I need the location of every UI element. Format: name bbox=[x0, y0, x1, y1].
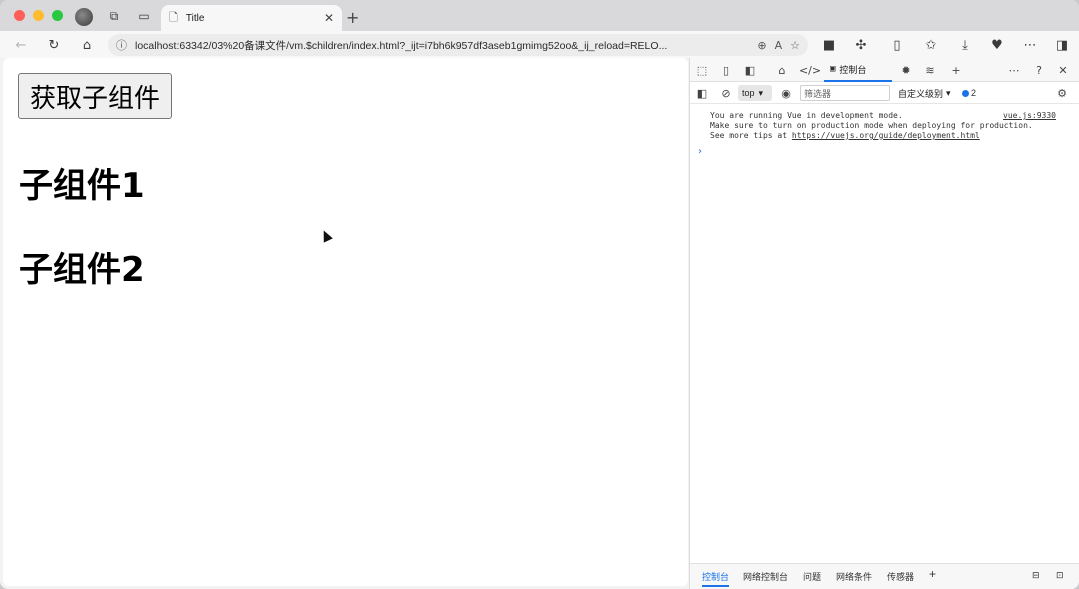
browser-window: ⧉ ▭ 🗋 Title ✕ + ← ↻ ⌂ ⓘ localhost:63342/… bbox=[0, 0, 1079, 589]
debugger-bug-icon[interactable]: ✹ bbox=[898, 62, 914, 78]
network-wifi-icon[interactable]: ≋ bbox=[922, 62, 938, 78]
workspaces-icon[interactable]: ⧉ bbox=[106, 8, 122, 24]
log-level-label: 自定义级别 bbox=[898, 88, 944, 99]
downloads-icon[interactable]: ⤓ bbox=[956, 36, 974, 54]
sidebar-toggle-icon[interactable]: ◨ bbox=[1053, 36, 1071, 54]
chevron-down-icon: ▾ bbox=[758, 87, 764, 98]
child-component-2-heading: 子组件2 bbox=[19, 250, 145, 290]
get-children-button[interactable]: 获取子组件 bbox=[18, 73, 172, 119]
site-info-icon[interactable]: ⓘ bbox=[116, 37, 127, 53]
chevron-down-icon: ▾ bbox=[946, 87, 951, 98]
elements-code-icon[interactable]: </> bbox=[799, 62, 821, 78]
console-line-3-prefix: See more tips at bbox=[710, 131, 792, 140]
mouse-cursor-icon bbox=[319, 228, 333, 243]
tab-bar: ⧉ ▭ 🗋 Title ✕ + bbox=[0, 0, 1079, 31]
help-icon[interactable]: ? bbox=[1031, 62, 1047, 78]
context-value: top bbox=[742, 88, 755, 98]
issues-badge[interactable]: 2 bbox=[962, 85, 976, 101]
close-devtools-icon[interactable]: ✕ bbox=[1055, 62, 1071, 78]
clear-console-icon[interactable]: ⊘ bbox=[718, 85, 734, 101]
deployment-guide-link[interactable]: https://vuejs.org/guide/deployment.html bbox=[792, 131, 980, 140]
page-viewport: 获取子组件 子组件1 子组件2 bbox=[3, 58, 688, 586]
navigation-bar: ← ↻ ⌂ ⓘ localhost:63342/03%20备课文件/vm.$ch… bbox=[0, 31, 1079, 58]
log-level-select[interactable]: 自定义级别 ▾ bbox=[898, 85, 951, 101]
read-aloud-icon[interactable]: A bbox=[775, 39, 783, 52]
drawer-tab-network-conditions[interactable]: 网络条件 bbox=[836, 570, 872, 583]
child-component-1-heading: 子组件1 bbox=[19, 166, 145, 206]
console-prompt-chevron-icon[interactable]: › bbox=[698, 146, 702, 157]
tab-label: Title bbox=[185, 12, 205, 24]
console-source-link[interactable]: vue.js:9330 bbox=[1003, 111, 1056, 121]
page-icon: 🗋 bbox=[169, 10, 178, 24]
drawer-tab-console[interactable]: 控制台 bbox=[702, 570, 730, 587]
console-icon: ▣ bbox=[830, 64, 836, 74]
dock-side-icon[interactable]: ◧ bbox=[742, 62, 758, 78]
devtools-more-icon[interactable]: ⋯ bbox=[1006, 62, 1022, 78]
close-window-button[interactable] bbox=[14, 10, 25, 21]
favorite-star-icon[interactable]: ☆ bbox=[790, 39, 800, 52]
drawer-dock-icon[interactable]: ⊟ bbox=[1032, 570, 1040, 581]
split-screen-icon[interactable]: ▯ bbox=[888, 36, 906, 54]
console-line-3: See more tips at https://vuejs.org/guide… bbox=[710, 131, 1056, 141]
devtools-panel: ⬚ ▯ ◧ ⌂ </> ▣ 控制台 ✹ ≋ + ⋯ ? ✕ ◧ ⊘ top ▾ … bbox=[689, 58, 1079, 589]
drawer-collapse-icon[interactable]: ⊡ bbox=[1056, 570, 1064, 581]
minimize-window-button[interactable] bbox=[33, 10, 44, 21]
url-text[interactable]: localhost:63342/03%20备课文件/vm.$children/i… bbox=[135, 38, 749, 53]
vertical-tabs-icon[interactable]: ▭ bbox=[136, 8, 152, 24]
filter-placeholder: 筛选器 bbox=[804, 88, 832, 99]
tab-console[interactable]: ▣ 控制台 bbox=[824, 58, 892, 82]
device-emulation-icon[interactable]: ▯ bbox=[718, 62, 734, 78]
context-select[interactable]: top ▾ bbox=[738, 85, 772, 101]
drawer-add-tab-icon[interactable]: + bbox=[929, 567, 936, 581]
browser-essentials-icon[interactable]: ♥ bbox=[988, 36, 1006, 54]
window-controls bbox=[14, 10, 63, 21]
new-tab-button[interactable]: + bbox=[346, 8, 359, 27]
more-menu-icon[interactable]: ⋯ bbox=[1021, 36, 1039, 54]
tab-close-icon[interactable]: ✕ bbox=[324, 11, 334, 25]
tab-title[interactable]: 🗋 Title ✕ bbox=[161, 5, 342, 31]
console-message: vue.js:9330 You are running Vue in devel… bbox=[710, 111, 1056, 141]
refresh-icon[interactable]: ↻ bbox=[45, 36, 63, 54]
profile-avatar[interactable] bbox=[75, 8, 93, 26]
drawer-tab-sensors[interactable]: 传感器 bbox=[887, 570, 914, 583]
console-line-2: Make sure to turn on production mode whe… bbox=[710, 121, 1033, 130]
filter-input[interactable]: 筛选器 bbox=[800, 85, 890, 101]
drawer-tab-network-console[interactable]: 网络控制台 bbox=[743, 570, 788, 583]
welcome-home-icon[interactable]: ⌂ bbox=[774, 62, 790, 78]
tab-console-label: 控制台 bbox=[839, 64, 867, 75]
console-filter-bar: ◧ ⊘ top ▾ ◉ 筛选器 自定义级别 ▾ 2 ⚙ bbox=[690, 82, 1079, 104]
console-sidebar-icon[interactable]: ◧ bbox=[694, 85, 710, 101]
address-bar[interactable]: ⓘ localhost:63342/03%20备课文件/vm.$children… bbox=[108, 34, 808, 56]
issues-icon bbox=[962, 89, 969, 97]
extensions-puzzle-icon[interactable]: ✣ bbox=[852, 36, 870, 54]
live-expression-eye-icon[interactable]: ◉ bbox=[778, 85, 794, 101]
home-icon[interactable]: ⌂ bbox=[78, 36, 96, 54]
zoom-icon[interactable]: ⊕ bbox=[757, 39, 766, 52]
back-arrow-icon[interactable]: ← bbox=[12, 36, 30, 54]
more-tools-plus-icon[interactable]: + bbox=[948, 62, 964, 78]
console-settings-gear-icon[interactable]: ⚙ bbox=[1054, 85, 1070, 101]
drawer-tab-issues[interactable]: 问题 bbox=[803, 570, 821, 583]
devtools-drawer: 控制台 网络控制台 问题 网络条件 传感器 + ⊟ ⊡ bbox=[690, 563, 1079, 589]
issues-count: 2 bbox=[971, 88, 977, 98]
devtools-toolbar: ⬚ ▯ ◧ ⌂ </> ▣ 控制台 ✹ ≋ + ⋯ ? ✕ bbox=[690, 58, 1079, 82]
inspect-element-icon[interactable]: ⬚ bbox=[694, 62, 710, 78]
extension-icon[interactable]: ■ bbox=[820, 36, 838, 54]
maximize-window-button[interactable] bbox=[52, 10, 63, 21]
favorites-icon[interactable]: ✩ bbox=[922, 36, 940, 54]
